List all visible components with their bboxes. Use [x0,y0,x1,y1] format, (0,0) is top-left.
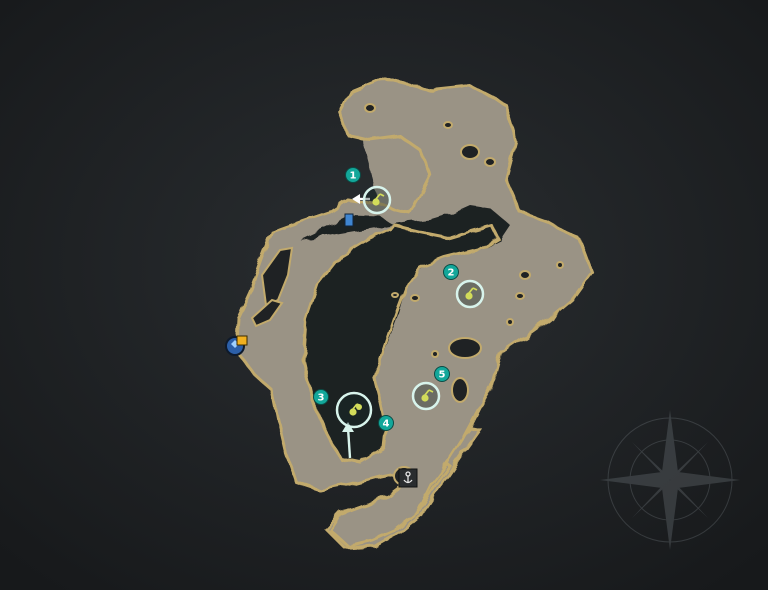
marker-number: 5 [439,370,446,381]
marker-number: 4 [383,419,390,430]
map-canvas[interactable]: 1 2 3 4 5 [0,0,768,590]
marker-number: 3 [318,393,325,404]
marker-number: 2 [448,268,455,279]
door-entrance-icon[interactable] [344,213,354,227]
map-view[interactable]: 1 2 3 4 5 [0,0,768,590]
dock-anchor-icon[interactable] [398,468,418,488]
marker-number: 1 [350,171,357,182]
resource-marker-4[interactable]: 4 [378,415,394,431]
